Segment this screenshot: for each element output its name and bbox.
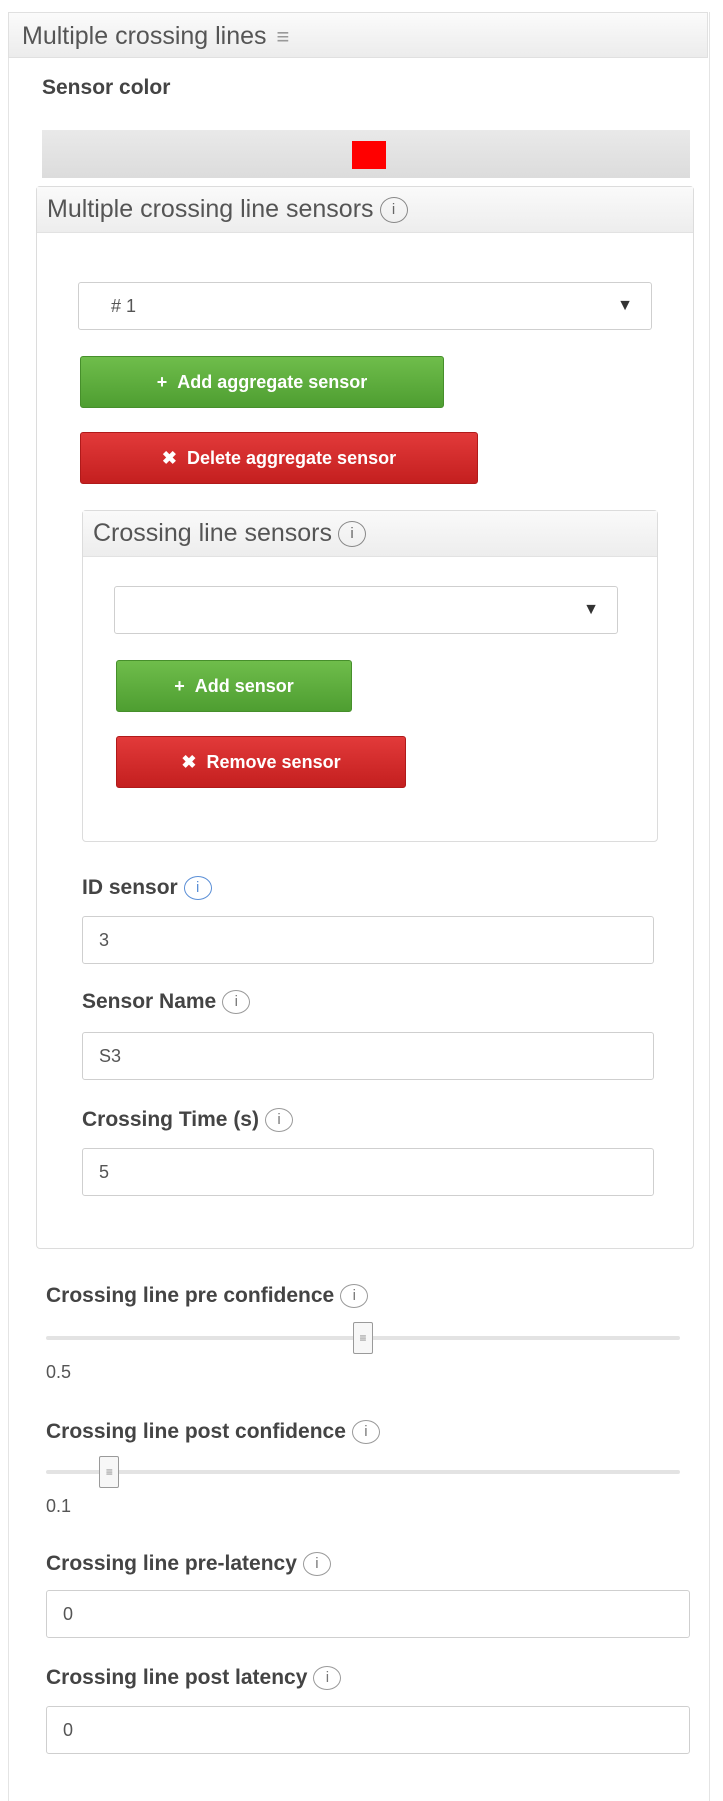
id-sensor-label: ID sensor i (82, 876, 212, 900)
info-icon[interactable]: i (351, 1420, 380, 1444)
times-icon: ✖ (181, 752, 197, 772)
sensor-name-value: S3 (99, 1046, 122, 1066)
id-sensor-value: 3 (99, 930, 110, 950)
crossing-line-sensors-header: Crossing line sensors i (83, 511, 657, 557)
pre-latency-label: Crossing line pre-latency i (46, 1552, 331, 1576)
add-aggregate-sensor-button[interactable]: + Add aggregate sensor (80, 356, 444, 408)
pre-confidence-value: 0.5 (46, 1362, 72, 1382)
aggregate-sensor-select[interactable]: # 1 ▼ (78, 282, 652, 330)
sensor-name-label-text: Sensor Name (82, 990, 217, 1013)
post-latency-label-text: Crossing line post latency (46, 1666, 308, 1689)
dropdown-arrow-icon: ▼ (617, 297, 633, 314)
info-icon[interactable]: i (302, 1552, 331, 1576)
crossing-time-field[interactable]: 5 (82, 1148, 654, 1196)
info-icon[interactable]: i (338, 521, 366, 547)
plus-icon: + (174, 676, 185, 696)
sensor-name-field[interactable]: S3 (82, 1032, 654, 1080)
sensor-name-label: Sensor Name i (82, 990, 251, 1014)
pre-latency-field[interactable]: 0 (46, 1590, 690, 1638)
color-swatch[interactable] (352, 141, 386, 169)
post-confidence-value: 0.1 (46, 1496, 72, 1516)
sensor-color-label-text: Sensor color (42, 76, 171, 99)
section-title-text: Multiple crossing lines (22, 22, 267, 50)
add-sensor-button[interactable]: + Add sensor (116, 660, 352, 712)
pre-confidence-label-text: Crossing line pre confidence (46, 1284, 335, 1307)
id-sensor-field[interactable]: 3 (82, 916, 654, 964)
post-latency-label: Crossing line post latency i (46, 1666, 342, 1690)
remove-sensor-button[interactable]: ✖ Remove sensor (116, 736, 406, 788)
info-icon[interactable]: i (264, 1108, 293, 1132)
delete-aggregate-sensor-button[interactable]: ✖ Delete aggregate sensor (80, 432, 478, 484)
add-aggregate-sensor-label: Add aggregate sensor (177, 372, 368, 392)
info-icon[interactable]: i (379, 197, 408, 223)
pre-latency-label-text: Crossing line pre-latency (46, 1552, 297, 1575)
multiple-crossing-line-sensors-title: Multiple crossing line sensors (47, 195, 374, 223)
info-icon[interactable]: i (340, 1284, 369, 1308)
post-latency-field[interactable]: 0 (46, 1706, 690, 1754)
post-confidence-label: Crossing line post confidence i (46, 1420, 380, 1444)
pre-confidence-label: Crossing line pre confidence i (46, 1284, 369, 1308)
delete-aggregate-sensor-label: Delete aggregate sensor (187, 448, 397, 468)
post-confidence-slider-handle[interactable]: ≡ (99, 1456, 120, 1488)
add-sensor-label: Add sensor (194, 676, 294, 696)
slider-grip-icon: ≡ (359, 1331, 367, 1345)
dropdown-arrow-icon: ▼ (583, 601, 599, 618)
menu-icon[interactable]: ≡ (277, 24, 290, 49)
sensor-color-label: Sensor color (42, 76, 170, 100)
aggregate-sensor-select-value: # 1 (111, 296, 137, 316)
info-icon[interactable]: i (222, 990, 251, 1014)
plus-icon: + (156, 372, 168, 392)
times-icon: ✖ (161, 448, 177, 468)
pre-latency-value: 0 (63, 1604, 74, 1624)
post-latency-value: 0 (63, 1720, 74, 1740)
pre-confidence-slider-handle[interactable]: ≡ (353, 1322, 373, 1354)
multiple-crossing-line-sensors-header: Multiple crossing line sensors i (37, 187, 693, 233)
crossing-time-label: Crossing Time (s) i (82, 1108, 293, 1132)
section-title[interactable]: Multiple crossing lines ≡ (22, 22, 289, 51)
crossing-line-sensor-select[interactable]: ▼ (114, 586, 618, 634)
crossing-time-value: 5 (99, 1162, 110, 1182)
slider-grip-icon: ≡ (105, 1465, 113, 1479)
info-icon[interactable]: i (183, 876, 212, 900)
post-confidence-label-text: Crossing line post confidence (46, 1420, 346, 1443)
remove-sensor-label: Remove sensor (206, 752, 341, 772)
info-icon[interactable]: i (313, 1666, 342, 1690)
post-confidence-slider[interactable] (46, 1470, 680, 1474)
id-sensor-label-text: ID sensor (82, 876, 178, 899)
crossing-time-label-text: Crossing Time (s) (82, 1108, 259, 1131)
crossing-line-sensors-title: Crossing line sensors (93, 519, 332, 547)
